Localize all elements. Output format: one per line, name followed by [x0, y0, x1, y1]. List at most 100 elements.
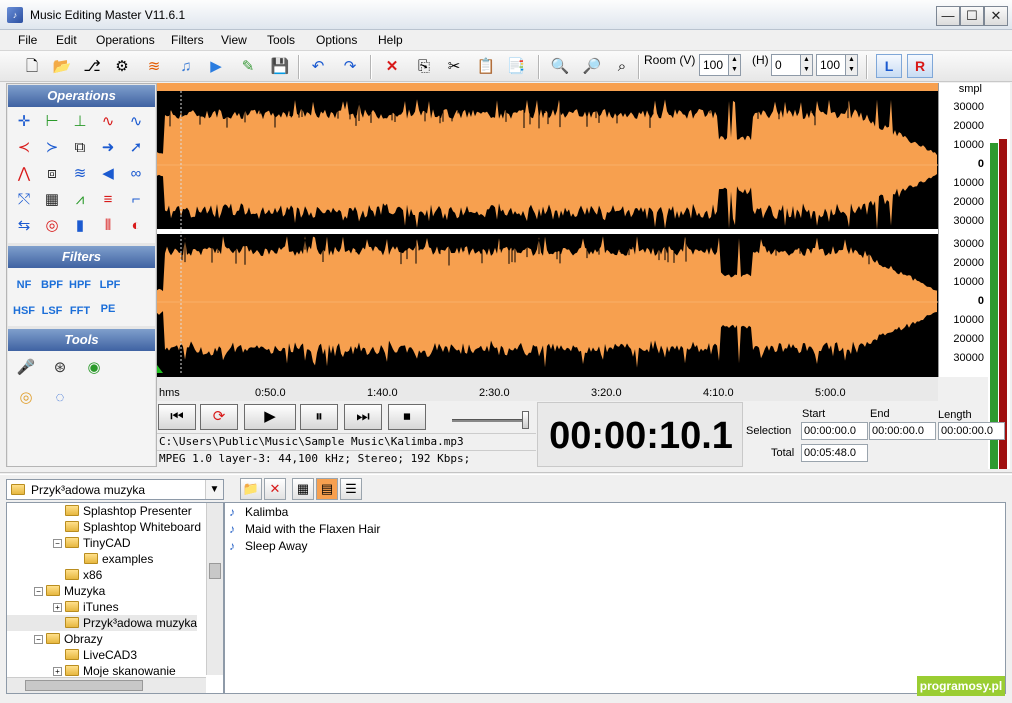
menu-file[interactable]: File: [18, 33, 37, 47]
swap-icon[interactable]: ⇆: [12, 215, 36, 237]
tree-item[interactable]: Splashtop Presenter: [7, 503, 192, 519]
equalizer-icon[interactable]: ⫴: [96, 215, 120, 237]
maximize-button[interactable]: ☐: [960, 6, 984, 26]
collapse-icon[interactable]: −: [34, 587, 43, 596]
go-to-start-button[interactable]: ⏮: [158, 404, 196, 430]
expand-icon[interactable]: +: [53, 603, 62, 612]
filter-pe[interactable]: PE: [94, 298, 122, 320]
details-view-button[interactable]: ☰: [340, 478, 362, 500]
selection-start-field[interactable]: 00:00:00.0: [801, 422, 868, 440]
flanger-icon[interactable]: ⧈: [40, 163, 64, 185]
speaker-icon[interactable]: ◀: [96, 163, 120, 185]
small-icons-view-button[interactable]: ▤: [316, 478, 338, 500]
delete-file-button[interactable]: ✕: [264, 478, 286, 500]
zoom-out-icon[interactable]: 🔎: [580, 55, 604, 79]
stereo-icon[interactable]: ◎: [40, 215, 64, 237]
menu-tools[interactable]: Tools: [267, 33, 295, 47]
tree-item[interactable]: − TinyCAD: [7, 535, 131, 551]
play-button[interactable]: ▶: [244, 404, 296, 430]
tree-item[interactable]: LiveCAD3: [7, 647, 137, 663]
tree-item[interactable]: − Muzyka: [7, 583, 105, 599]
volume-slider-thumb[interactable]: [522, 411, 529, 429]
selection-end-field[interactable]: 00:00:00.0: [869, 422, 936, 440]
menu-edit[interactable]: Edit: [56, 33, 77, 47]
invert-icon[interactable]: ▮: [68, 215, 92, 237]
left-channel-button[interactable]: L: [876, 54, 902, 78]
paste-icon[interactable]: 📋: [474, 55, 498, 79]
edit-icon[interactable]: ✎: [236, 55, 260, 79]
timeline-ruler[interactable]: hms 0:50.0 1:40.0 2:30.0 3:20.0 4:10.0 5…: [157, 377, 938, 401]
play-from-cursor-button[interactable]: ⟳: [200, 404, 238, 430]
filter-hsf[interactable]: HSF: [10, 300, 38, 322]
trim-icon[interactable]: ⊢: [40, 111, 64, 133]
tree-item[interactable]: Przyk³adowa muzyka: [7, 615, 198, 631]
tree-hscroll-thumb[interactable]: [25, 680, 143, 691]
paste-mix-icon[interactable]: 📑: [504, 55, 528, 79]
room-v-stepper[interactable]: ▲ ▼: [728, 54, 741, 76]
id3-tag-icon[interactable]: ◉: [82, 357, 106, 379]
open-folder-icon[interactable]: 📂: [50, 55, 74, 79]
next-button[interactable]: ⏭: [344, 404, 382, 430]
file-list[interactable]: ♪ Kalimba ♪ Maid with the Flaxen Hair ♪ Sle…: [224, 502, 1006, 694]
echo-icon[interactable]: ≋: [68, 163, 92, 185]
new-file-icon[interactable]: 🗋: [20, 55, 44, 79]
microphone-icon[interactable]: 🎤: [14, 357, 38, 379]
tree-scroll-thumb[interactable]: [209, 563, 221, 579]
cut-icon[interactable]: ✂: [442, 55, 466, 79]
fade-in-icon[interactable]: ≺: [12, 137, 36, 159]
noise-icon[interactable]: ∿: [96, 111, 120, 133]
channel-icon[interactable]: ◐: [124, 215, 148, 237]
tree-vertical-scrollbar[interactable]: [206, 503, 223, 675]
tree-item[interactable]: + iTunes: [7, 599, 119, 615]
filter-lpf[interactable]: LPF: [96, 274, 124, 296]
h-start-stepper[interactable]: ▲ ▼: [800, 54, 813, 76]
volume-slider-track[interactable]: [452, 419, 528, 422]
tree-horizontal-scrollbar[interactable]: [7, 677, 206, 693]
crop-icon[interactable]: ⊥: [68, 111, 92, 133]
filter-fft[interactable]: FFT: [66, 300, 94, 322]
chevron-down-icon[interactable]: ▼: [205, 480, 223, 499]
chorus-icon[interactable]: ⋀: [12, 163, 36, 185]
pitch-icon[interactable]: ⩘: [68, 189, 92, 211]
insert-silence-icon[interactable]: ✛: [12, 111, 36, 133]
list-item[interactable]: ♪ Maid with the Flaxen Hair: [229, 522, 380, 536]
filter-nf[interactable]: NF: [10, 274, 38, 296]
h-input-start[interactable]: 0: [771, 54, 801, 76]
minimize-button[interactable]: —: [936, 6, 960, 26]
menu-options[interactable]: Options: [316, 33, 357, 47]
wave-icon[interactable]: ∿: [124, 111, 148, 133]
operations-header[interactable]: Operations: [8, 85, 155, 107]
batch-icon[interactable]: ⚙: [110, 55, 134, 79]
zoom-in-icon[interactable]: 🔍: [548, 55, 572, 79]
vibrato-icon[interactable]: ▦: [40, 189, 64, 211]
tree-item[interactable]: Splashtop Whiteboard: [7, 519, 201, 535]
mix-icon[interactable]: ⤲: [12, 189, 36, 211]
copy-icon[interactable]: ⎘: [412, 55, 436, 79]
fade-out-icon[interactable]: ≻: [40, 137, 64, 159]
list-item[interactable]: ♪ Kalimba: [229, 505, 288, 519]
list-item[interactable]: ♪ Sleep Away: [229, 539, 308, 553]
right-channel-button[interactable]: R: [907, 54, 933, 78]
h-input-end[interactable]: 100: [816, 54, 846, 76]
zoom-fit-icon[interactable]: ⌕: [610, 55, 634, 79]
tree-item[interactable]: − Obrazy: [7, 631, 103, 647]
cd-burn-icon[interactable]: ◎: [14, 387, 38, 409]
folder-dropdown[interactable]: Przyk³adowa muzyka ▼: [6, 479, 224, 500]
reverse-icon[interactable]: ➜: [96, 137, 120, 159]
redo-icon[interactable]: ↷: [338, 55, 362, 79]
play-media-icon[interactable]: ▶: [204, 55, 228, 79]
waveform-display[interactable]: [157, 83, 938, 377]
collapse-icon[interactable]: −: [53, 539, 62, 548]
menu-help[interactable]: Help: [378, 33, 403, 47]
new-folder-button[interactable]: 📁: [240, 478, 262, 500]
large-icons-view-button[interactable]: ▦: [292, 478, 314, 500]
filter-lsf[interactable]: LSF: [38, 300, 66, 322]
delete-icon[interactable]: ✕: [380, 55, 404, 79]
panel-splitter[interactable]: [0, 472, 1012, 475]
normalize-icon[interactable]: ⧉: [68, 137, 92, 159]
menu-view[interactable]: View: [221, 33, 247, 47]
menu-operations[interactable]: Operations: [96, 33, 155, 47]
stop-button[interactable]: ⏹: [388, 404, 426, 430]
tree-item[interactable]: x86: [7, 567, 102, 583]
tree-item[interactable]: examples: [7, 551, 153, 567]
